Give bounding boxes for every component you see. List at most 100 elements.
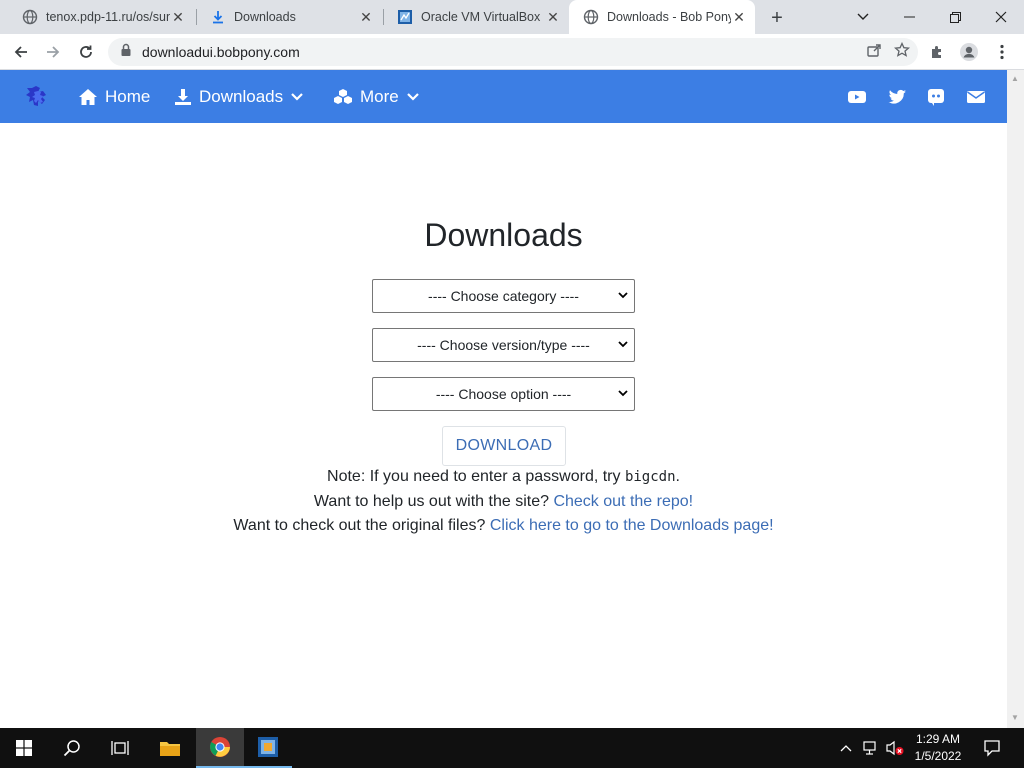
search-button[interactable] (48, 728, 96, 768)
youtube-icon[interactable] (847, 87, 867, 107)
close-window-button[interactable] (978, 0, 1024, 34)
category-select-value: ---- Choose category ---- (428, 288, 579, 304)
password-note-text: Note: If you need to enter a password, t… (327, 468, 625, 485)
file-explorer-button[interactable] (146, 728, 194, 768)
virtualbox-icon (397, 9, 413, 25)
close-icon[interactable]: ✕ (731, 9, 747, 25)
restore-button[interactable] (932, 0, 978, 34)
scroll-up-icon[interactable]: ▲ (1011, 74, 1020, 83)
restore-icon (949, 11, 961, 23)
close-icon (995, 11, 1007, 23)
virtualbox-icon (258, 737, 278, 757)
files-note: Want to check out the original files? Cl… (0, 517, 1007, 535)
back-button[interactable] (9, 40, 33, 64)
password-note: Note: If you need to enter a password, t… (0, 468, 1007, 486)
nav-downloads[interactable]: Downloads (174, 70, 310, 123)
share-icon[interactable] (866, 42, 882, 63)
password-note-end: . (675, 468, 680, 485)
site-navbar: Home Downloads More (0, 70, 1007, 123)
speaker-muted-icon (886, 740, 904, 756)
tab-bobpony[interactable]: Downloads - Bob Pony ✕ (569, 0, 755, 34)
tab-downloads[interactable]: Downloads ✕ (196, 0, 382, 34)
nav-more-label: More (360, 86, 399, 106)
kebab-menu-icon (1000, 44, 1004, 60)
minimize-icon (903, 16, 915, 18)
help-note: Want to help us out with the site? Check… (0, 493, 1007, 511)
twitter-icon[interactable] (887, 87, 907, 107)
lock-icon (120, 43, 132, 62)
chevron-up-icon (840, 745, 852, 752)
close-icon[interactable]: ✕ (358, 9, 374, 25)
option-select[interactable]: ---- Choose option ---- (372, 377, 635, 411)
chevron-down-icon (618, 292, 628, 299)
minimize-button[interactable] (886, 0, 932, 34)
close-icon[interactable]: ✕ (170, 9, 186, 25)
tab-virtualbox[interactable]: Oracle VM VirtualBox ✕ (383, 0, 569, 34)
menu-button[interactable] (990, 40, 1014, 64)
address-bar[interactable]: downloadui.bobpony.com (108, 38, 918, 66)
close-icon[interactable]: ✕ (545, 9, 561, 25)
windows-taskbar: 1:29 AM 1/5/2022 (0, 728, 1024, 768)
star-icon[interactable] (893, 41, 911, 63)
tab-title: Oracle VM VirtualBox (421, 10, 541, 24)
avatar-icon (960, 43, 978, 61)
help-note-text: Want to help us out with the site? (313, 493, 554, 510)
notification-icon (984, 740, 1000, 757)
downloads-page-link[interactable]: Click here to go to the Downloads page! (490, 517, 774, 534)
start-button[interactable] (0, 728, 48, 768)
chrome-taskbar-button[interactable] (196, 728, 244, 768)
chevron-down-icon (857, 13, 869, 20)
tab-tenox[interactable]: tenox.pdp-11.ru/os/sun ✕ (8, 0, 194, 34)
reload-button[interactable] (74, 40, 98, 64)
extensions-button[interactable] (925, 40, 949, 64)
files-note-text: Want to check out the original files? (233, 517, 490, 534)
nav-downloads-label: Downloads (199, 86, 284, 106)
new-tab-button[interactable]: + (766, 7, 788, 29)
reload-icon (80, 45, 92, 58)
version-select[interactable]: ---- Choose version/type ---- (372, 328, 635, 362)
forward-button[interactable] (41, 40, 65, 64)
cubes-icon (334, 88, 352, 104)
page-scrollbar[interactable]: ▲ ▼ (1007, 70, 1024, 728)
version-select-value: ---- Choose version/type ---- (417, 337, 590, 353)
page-viewport: Home Downloads More Downloads ---- Choos… (0, 70, 1007, 728)
discord-icon[interactable] (926, 87, 946, 107)
task-view-icon (111, 741, 129, 755)
page-title: Downloads (424, 217, 583, 253)
category-select[interactable]: ---- Choose category ---- (372, 279, 635, 313)
url-text: downloadui.bobpony.com (142, 44, 300, 60)
globe-icon (22, 9, 38, 25)
tab-title: Downloads - Bob Pony (607, 10, 731, 24)
scroll-down-icon[interactable]: ▼ (1011, 713, 1020, 722)
chrome-icon (210, 737, 230, 757)
network-button[interactable] (860, 728, 882, 768)
folder-icon (160, 742, 180, 756)
tab-title: tenox.pdp-11.ru/os/sun (46, 10, 170, 24)
clock-time[interactable]: 1:29 AM (908, 732, 968, 746)
option-select-value: ---- Choose option ---- (435, 386, 572, 402)
virtualbox-taskbar-button[interactable] (244, 728, 292, 768)
nav-home-label: Home (105, 86, 151, 106)
notifications-button[interactable] (976, 728, 1008, 768)
arrow-right-icon (47, 46, 60, 58)
task-view-button[interactable] (96, 728, 144, 768)
download-icon (175, 88, 191, 105)
download-button[interactable]: DOWNLOAD (442, 426, 566, 466)
password-code: bigcdn (624, 469, 676, 485)
volume-button[interactable] (884, 728, 906, 768)
site-logo[interactable] (22, 82, 52, 112)
email-icon[interactable] (966, 87, 986, 107)
chevron-down-icon (291, 92, 303, 101)
profile-button[interactable] (957, 40, 981, 64)
nav-home[interactable]: Home (78, 70, 150, 123)
tray-overflow-button[interactable] (836, 728, 856, 768)
tab-search-button[interactable] (840, 0, 886, 34)
nav-more[interactable]: More (333, 70, 426, 123)
globe-icon (583, 9, 599, 25)
repo-link[interactable]: Check out the repo! (553, 493, 693, 510)
home-icon (79, 88, 97, 105)
clock-date[interactable]: 1/5/2022 (908, 749, 968, 763)
puzzle-icon (932, 46, 941, 58)
chevron-down-icon (618, 341, 628, 348)
download-icon (210, 9, 226, 25)
